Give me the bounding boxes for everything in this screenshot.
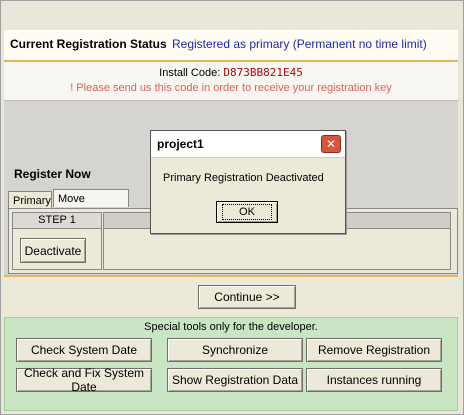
developer-tools-panel: Special tools only for the developer.: [4, 317, 458, 411]
status-value: Registered as primary (Permanent no time…: [172, 37, 427, 51]
check-system-date-button[interactable]: Check System Date: [16, 338, 152, 362]
close-icon[interactable]: ✕: [321, 135, 341, 153]
registration-status-bar: Current Registration Status Registered a…: [4, 30, 458, 62]
install-code-label: Install Code:: [159, 67, 221, 79]
tab-move-primary[interactable]: Move Primary: [53, 189, 129, 223]
dialog-title: project1: [157, 137, 204, 151]
install-code-panel: Install Code: D873BB821E45 ! Please send…: [4, 62, 458, 100]
dialog-message: Primary Registration Deactivated: [163, 172, 324, 184]
step-1-label: STEP 1: [13, 213, 101, 229]
dialog-title-bar: project1 ✕: [151, 131, 345, 158]
instances-running-button[interactable]: Instances running: [306, 368, 442, 392]
deactivate-button[interactable]: Deactivate: [20, 238, 86, 263]
developer-caption: Special tools only for the developer.: [144, 321, 318, 333]
continue-button[interactable]: Continue >>: [198, 285, 296, 309]
status-label: Current Registration Status: [10, 37, 167, 51]
message-dialog: project1 ✕ Primary Registration Deactiva…: [150, 130, 346, 234]
remove-registration-button[interactable]: Remove Registration: [306, 338, 442, 362]
tab-primary[interactable]: Primary: [8, 191, 52, 208]
ok-button-label: OK: [222, 204, 272, 220]
install-note: ! Please send us this code in order to r…: [70, 82, 392, 94]
register-now-heading: Register Now: [14, 167, 91, 181]
synchronize-button[interactable]: Synchronize: [167, 338, 303, 362]
install-code-value: D873BB821E45: [223, 66, 303, 79]
check-and-fix-system-date-button[interactable]: Check and Fix System Date: [16, 366, 152, 394]
ok-button[interactable]: OK: [216, 201, 278, 223]
install-code-row: Install Code: D873BB821E45: [4, 66, 458, 79]
show-registration-data-button[interactable]: Show Registration Data: [167, 368, 303, 392]
